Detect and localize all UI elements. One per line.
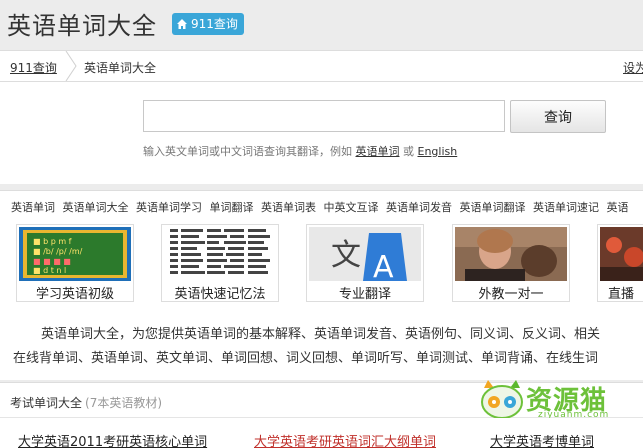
top-bar: 英语单词大全 911查询	[0, 0, 643, 46]
page-title: 英语单词大全	[7, 12, 157, 40]
svg-text:■ ■ ■ ■: ■ ■ ■ ■	[33, 257, 71, 266]
thumb-card-basic-english[interactable]: ■ b p m f ■ /b/ /p/ /m/ ■ ■ ■ ■ ■ d t n …	[16, 224, 134, 302]
phonics-chart-image: ■ b p m f ■ /b/ /p/ /m/ ■ ■ ■ ■ ■ d t n …	[19, 227, 131, 281]
search-input[interactable]	[143, 100, 505, 132]
description-line: 英语单词大全，为您提供英语单词的基本解释、英语单词发音、英语例句、同义词、反义词…	[41, 327, 601, 342]
thumb-card-foreign-tutor[interactable]: 外教一对一	[452, 224, 570, 302]
svg-text:文: 文	[331, 238, 361, 273]
home-badge-button[interactable]: 911查询	[172, 13, 244, 35]
set-homepage-link[interactable]: 设为	[623, 59, 643, 76]
section-subtitle: (7本英语教材)	[85, 396, 163, 410]
search-button[interactable]: 查询	[510, 100, 606, 133]
live-photo	[600, 227, 643, 281]
tag-link[interactable]: 单词翻译	[210, 201, 254, 214]
section-title-text: 考试单词大全	[10, 396, 83, 410]
tag-link[interactable]: 英语单词速记	[533, 201, 599, 214]
tag-link[interactable]: 中英文互译	[324, 201, 379, 214]
tag-links: 英语单词 英语单词大全 英语单词学习 单词翻译 英语单词表 中英文互译 英语单词…	[11, 199, 633, 215]
watermark-logo: 资源猫 ziyuanm.com	[478, 376, 643, 422]
hint-or: 或	[403, 145, 414, 158]
example-link-2[interactable]: English	[418, 145, 458, 158]
translate-icon: 文 A	[309, 227, 421, 281]
search-panel: 查询 输入英文单词或中文词语查询其翻译，例如 英语单词 或 English	[0, 82, 643, 184]
svg-text:■ b p m f: ■ b p m f	[33, 237, 72, 246]
breadcrumb: 911查询 英语单词大全 设为	[0, 50, 643, 82]
content-panel: 英语单词 英语单词大全 英语单词学习 单词翻译 英语单词表 中英文互译 英语单词…	[0, 190, 643, 380]
breadcrumb-separator-icon	[65, 51, 77, 81]
intro-description: 英语单词大全，为您提供英语单词的基本解释、英语单词发音、英语例句、同义词、反义词…	[13, 323, 643, 371]
tag-link[interactable]: 英语单词表	[261, 201, 316, 214]
thumb-card-live[interactable]: 直播	[597, 224, 643, 302]
thumb-label: 直播	[607, 287, 634, 302]
tag-link[interactable]: 英语单词大全	[63, 201, 129, 214]
badge-label: 911查询	[191, 17, 238, 31]
book-list: 大学英语2011考研英语核心单词 大学英语考研英语词汇大纲单词 大学英语考博单词	[0, 418, 643, 448]
svg-text:■ /b/ /p/ /m/: ■ /b/ /p/ /m/	[33, 247, 83, 256]
thumb-label: 专业翻译	[338, 287, 391, 302]
tag-link[interactable]: 英语	[607, 201, 629, 214]
cat-logo-icon	[481, 380, 523, 419]
tutor-photo	[455, 227, 567, 281]
example-link-1[interactable]: 英语单词	[356, 145, 400, 158]
home-icon	[177, 19, 187, 29]
breadcrumb-current: 英语单词大全	[84, 61, 157, 75]
svg-text:■ d t n l: ■ d t n l	[33, 266, 66, 275]
hint-text: 输入英文单词或中文词语查询其翻译，例如	[143, 145, 352, 158]
word-list-image	[164, 227, 276, 281]
breadcrumb-home-link[interactable]: 911查询	[10, 59, 57, 76]
book-link[interactable]: 大学英语考博单词	[490, 431, 594, 448]
section-title: 考试单词大全 (7本英语教材)	[10, 394, 162, 411]
book-link[interactable]: 大学英语2011考研英语核心单词	[18, 431, 207, 448]
thumb-label: 英语快速记忆法	[174, 287, 266, 302]
tag-link[interactable]: 英语单词	[11, 201, 55, 214]
thumb-card-pro-translation[interactable]: 文 A 专业翻译	[306, 224, 424, 302]
thumbnail-row: ■ b p m f ■ /b/ /p/ /m/ ■ ■ ■ ■ ■ d t n …	[0, 224, 643, 302]
book-link[interactable]: 大学英语考研英语词汇大纲单词	[254, 431, 436, 448]
description-line: 在线背单词、英语单词、英文单词、单词回想、词义回想、单词听写、单词测试、单词背诵…	[13, 351, 599, 366]
tag-link[interactable]: 英语单词发音	[386, 201, 452, 214]
tag-link[interactable]: 英语单词学习	[136, 201, 202, 214]
thumb-label: 外教一对一	[478, 287, 544, 302]
svg-text:A: A	[373, 250, 394, 281]
tag-link[interactable]: 英语单词翻译	[460, 201, 526, 214]
thumb-card-memory-method[interactable]: 英语快速记忆法	[161, 224, 279, 302]
search-hint: 输入英文单词或中文词语查询其翻译，例如 英语单词 或 English	[143, 143, 457, 159]
thumb-label: 学习英语初级	[35, 287, 114, 302]
